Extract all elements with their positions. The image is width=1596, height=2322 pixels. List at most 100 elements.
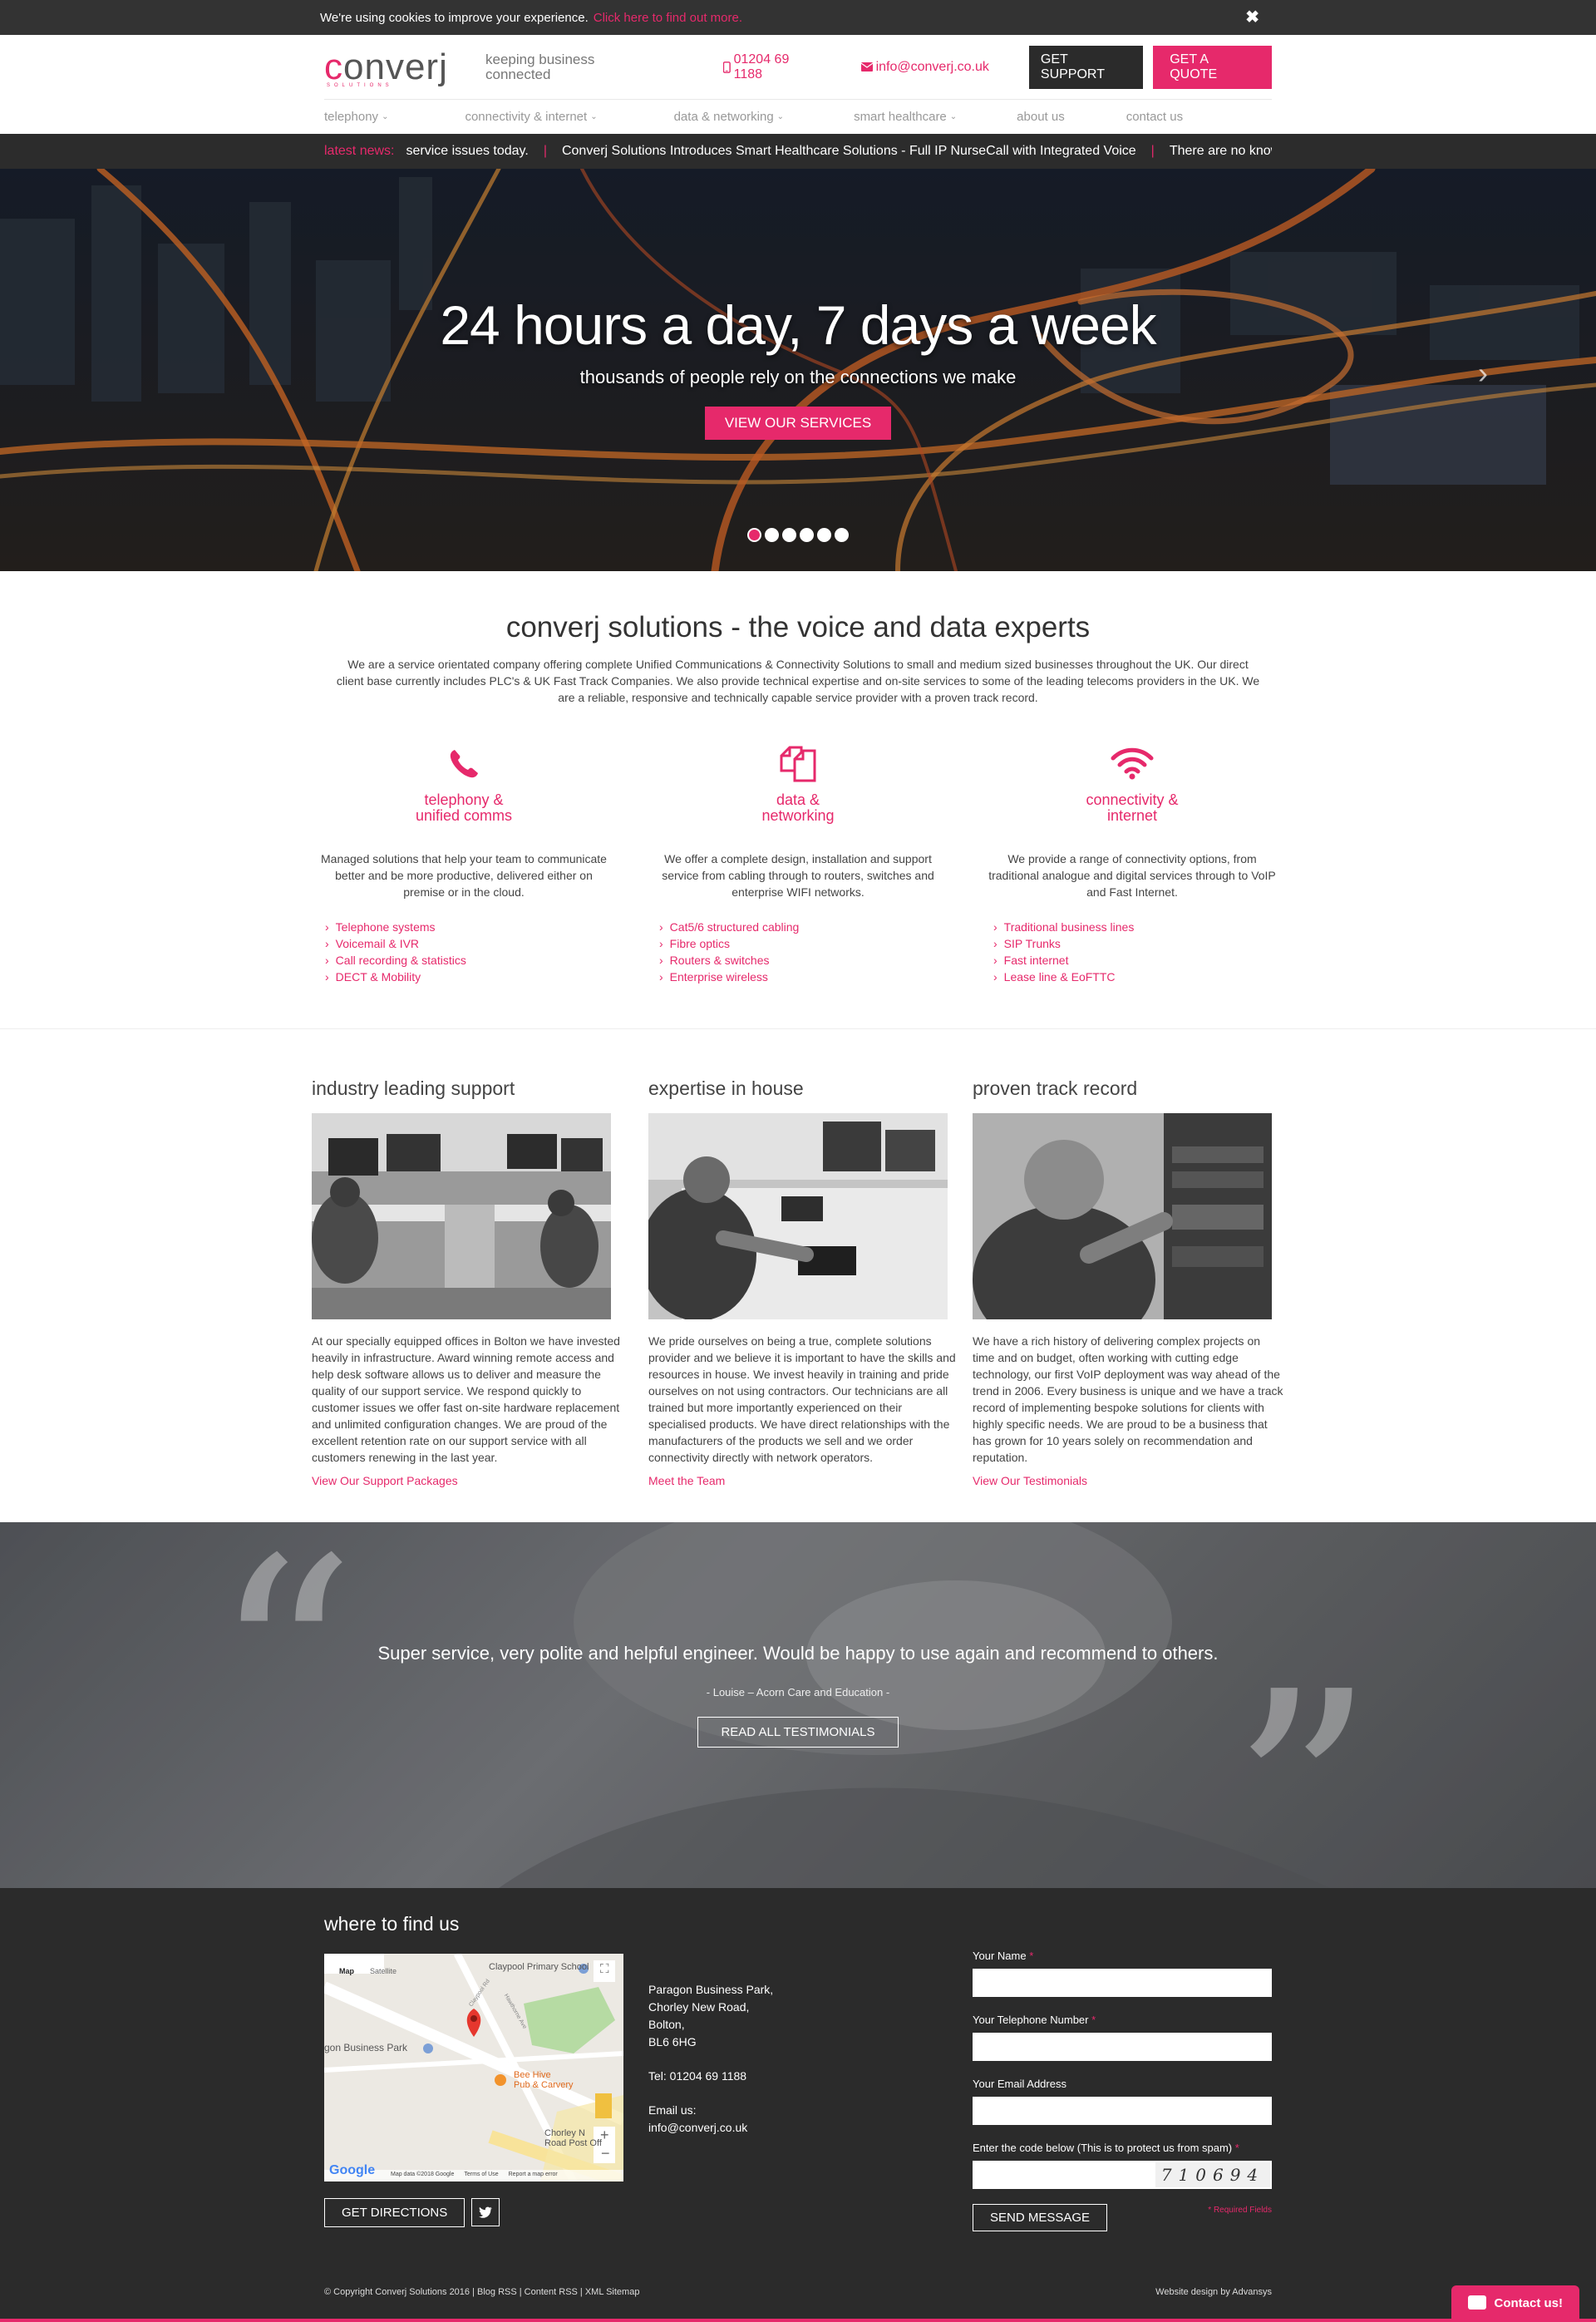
ticker-item[interactable]: service issues today.	[406, 144, 528, 159]
next-slide-arrow[interactable]: ›	[1478, 356, 1488, 391]
required-mark: *	[1234, 2142, 1239, 2154]
service-link[interactable]: Telephone systems	[325, 919, 609, 935]
logo[interactable]: converj SOLUTIONS keeping business conne…	[324, 47, 602, 88]
service-link[interactable]: Fast internet	[993, 952, 1278, 969]
service-desc: We provide a range of connectivity optio…	[988, 852, 1276, 899]
chevron-down-icon: ⌄	[382, 112, 389, 121]
view-services-button[interactable]: VIEW OUR SERVICES	[704, 407, 892, 440]
services-section: telephony & unified comms Managed solutio…	[0, 706, 1596, 1029]
feature-title: proven track record	[973, 1077, 1138, 1099]
service-title[interactable]: unified comms	[318, 808, 609, 824]
find-us: where to find us Map Satellite ⛶ Claypoo…	[324, 1913, 623, 2231]
hero-title: 24 hours a day, 7 days a week	[440, 294, 1156, 356]
address-line: BL6 6HG	[648, 2035, 697, 2048]
map-label: Road Post Off	[544, 2138, 602, 2148]
map-tab[interactable]: Map	[339, 1967, 354, 1975]
service-link[interactable]: Fibre optics	[659, 935, 943, 952]
slider-dot[interactable]	[747, 528, 761, 542]
service-link[interactable]: Enterprise wireless	[659, 969, 943, 985]
slider-dot[interactable]	[782, 528, 796, 542]
name-label-text: Your Name	[973, 1950, 1027, 1962]
map-report-link[interactable]: Report a map error	[509, 2172, 558, 2177]
service-title[interactable]: connectivity &	[987, 792, 1278, 808]
phone-icon[interactable]	[447, 747, 480, 781]
required-mark: *	[1029, 1950, 1034, 1962]
nav-item[interactable]: connectivity & internet ⌄	[465, 110, 597, 124]
nav-item[interactable]: telephony ⌄	[324, 110, 388, 124]
zoom-in-button[interactable]: +	[600, 2127, 609, 2144]
copy-icon[interactable]	[778, 744, 818, 784]
service-link[interactable]: Routers & switches	[659, 952, 943, 969]
footer-phone[interactable]: Tel: 01204 69 1188	[648, 2068, 948, 2085]
get-directions-button[interactable]: GET DIRECTIONS	[324, 2198, 466, 2227]
logo-sub: SOLUTIONS	[327, 82, 393, 88]
testimonial-author: - Louise – Acorn Care and Education -	[706, 1686, 890, 1698]
slider-dot[interactable]	[835, 528, 849, 542]
testimonials-link[interactable]: View Our Testimonials	[973, 1474, 1297, 1487]
service-title[interactable]: telephony &	[318, 792, 609, 808]
service-desc: Managed solutions that help your team to…	[321, 852, 607, 899]
service-link[interactable]: Lease line & EoFTTC	[993, 969, 1278, 985]
service-link[interactable]: Cat5/6 structured cabling	[659, 919, 943, 935]
support-packages-link[interactable]: View Our Support Packages	[312, 1474, 636, 1487]
google-map[interactable]: Map Satellite ⛶ Claypool Primary School …	[324, 1954, 623, 2181]
phone-field[interactable]	[973, 2033, 1272, 2061]
service-link[interactable]: Voicemail & IVR	[325, 935, 609, 952]
service-title[interactable]: networking	[653, 808, 943, 824]
footer-email-label: Email us:	[648, 2103, 697, 2117]
zoom-out-button[interactable]: −	[601, 2145, 610, 2162]
nav-label: contact us	[1126, 110, 1184, 124]
header-phone-link[interactable]: 01204 69 1188	[723, 52, 818, 82]
nav-item[interactable]: about us	[1017, 110, 1065, 124]
slider-dot[interactable]	[800, 528, 814, 542]
get-quote-button[interactable]: GET A QUOTE	[1153, 45, 1272, 89]
close-icon[interactable]: ✖	[1245, 7, 1259, 27]
cookie-more-link[interactable]: Click here to find out more.	[594, 11, 742, 25]
service-title[interactable]: data &	[653, 792, 943, 808]
chat-icon	[1467, 2295, 1486, 2310]
nav-label: data & networking	[673, 110, 774, 124]
slider-dot[interactable]	[817, 528, 831, 542]
contact-form: Your Name * Your Telephone Number * Your…	[973, 1950, 1272, 2231]
read-testimonials-button[interactable]: READ ALL TESTIMONIALS	[697, 1717, 899, 1748]
captcha-field[interactable]: 710694	[973, 2161, 1272, 2189]
intro-section: converj solutions - the voice and data e…	[0, 571, 1596, 706]
header-email-link[interactable]: info@converj.co.uk	[860, 60, 989, 75]
wifi-icon[interactable]	[1111, 747, 1154, 781]
service-link[interactable]: Traditional business lines	[993, 919, 1278, 935]
slider-dot[interactable]	[765, 528, 779, 542]
ticker-item[interactable]: Converj Solutions Introduces Smart Healt…	[562, 144, 1136, 159]
service-link[interactable]: Call recording & statistics	[325, 952, 609, 969]
service-link[interactable]: SIP Trunks	[993, 935, 1278, 952]
required-fields-note: * Required Fields	[1208, 2206, 1272, 2215]
cookie-bar: We're using cookies to improve your expe…	[0, 0, 1596, 35]
twitter-button[interactable]	[471, 2198, 500, 2226]
fullscreen-icon[interactable]: ⛶	[600, 1962, 609, 1976]
nav-item[interactable]: contact us	[1126, 110, 1183, 124]
satellite-tab[interactable]: Satellite	[370, 1967, 397, 1975]
main-nav: telephony ⌄ connectivity & internet ⌄ data &…	[0, 99, 1596, 134]
phone-label-text: Your Telephone Number	[973, 2014, 1089, 2026]
address-line: Paragon Business Park,	[648, 1983, 774, 1996]
contact-us-button[interactable]: Contact us!	[1451, 2285, 1579, 2322]
service-link[interactable]: DECT & Mobility	[325, 969, 609, 985]
twitter-icon	[479, 2206, 493, 2218]
service-title[interactable]: internet	[987, 808, 1278, 824]
name-field[interactable]	[973, 1969, 1272, 1997]
design-credit[interactable]: Website design by Advansys	[1155, 2287, 1272, 2297]
nav-item[interactable]: data & networking ⌄	[674, 110, 784, 124]
map-terms-link[interactable]: Terms of Use	[464, 2172, 498, 2177]
nav-item[interactable]: smart healthcare ⌄	[854, 110, 957, 124]
chevron-down-icon: ⌄	[949, 112, 958, 121]
send-message-button[interactable]: SEND MESSAGE	[973, 2204, 1108, 2231]
name-label: Your Name *	[973, 1950, 1272, 1962]
email-label-text: Your Email Address	[973, 2078, 1066, 2090]
feature-body: We pride ourselves on being a true, comp…	[648, 1334, 956, 1464]
code-label: Enter the code below (This is to protect…	[973, 2142, 1272, 2154]
email-field[interactable]	[973, 2097, 1272, 2125]
get-support-button[interactable]: GET SUPPORT	[1028, 45, 1144, 89]
meet-team-link[interactable]: Meet the Team	[648, 1474, 973, 1487]
required-mark: *	[1091, 2014, 1096, 2026]
ticker-item[interactable]: There are no known	[1170, 144, 1272, 159]
footer-email[interactable]: info@converj.co.uk	[648, 2119, 948, 2137]
